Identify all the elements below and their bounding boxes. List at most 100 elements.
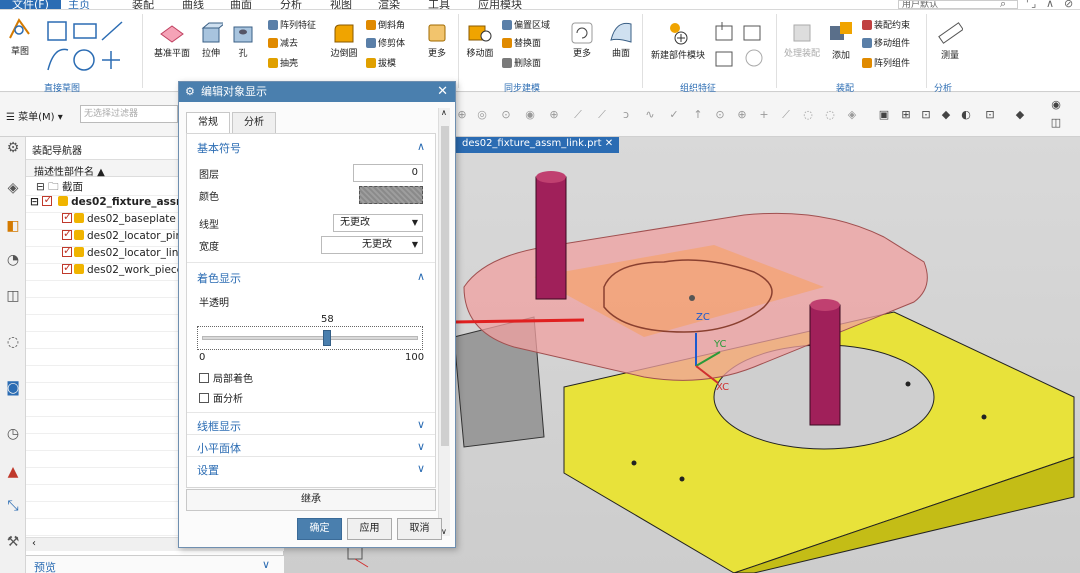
selection-filter-input[interactable]: 无选择过滤器 bbox=[80, 105, 178, 123]
menu-tab-apps[interactable]: 应用模块 bbox=[478, 0, 522, 9]
visibility-checkbox[interactable] bbox=[62, 230, 72, 240]
gear-icon[interactable]: ⚙ bbox=[185, 82, 195, 102]
visibility-checkbox[interactable] bbox=[62, 247, 72, 257]
chevron-down-icon[interactable]: ∨ bbox=[417, 418, 425, 431]
constraint-navigator-icon[interactable]: ◔ bbox=[4, 251, 22, 269]
snap-icon[interactable]: ↄ bbox=[620, 109, 632, 121]
snap-icon[interactable]: ⊕ bbox=[456, 109, 468, 121]
snap-icon[interactable]: ↑ bbox=[692, 109, 704, 121]
layer-input[interactable]: 0 bbox=[353, 164, 423, 182]
view-icon[interactable]: ◐ bbox=[960, 109, 972, 121]
visualization-icon[interactable]: ▲ bbox=[4, 463, 22, 481]
help-icon[interactable]: ⊘ bbox=[1064, 0, 1073, 9]
chevron-up-icon[interactable]: ∧ bbox=[417, 140, 425, 153]
snap-icon[interactable]: + bbox=[758, 109, 770, 121]
visibility-checkbox[interactable] bbox=[62, 213, 72, 223]
move-face-button[interactable]: 移动面 bbox=[464, 22, 496, 59]
pattern-feature-button[interactable]: 阵列特征 bbox=[268, 18, 316, 31]
dialog-scrollbar[interactable]: ∧ ∨ bbox=[438, 108, 450, 536]
snap-icon[interactable]: ◌ bbox=[802, 109, 814, 121]
settings-gear-icon[interactable]: ⚙ bbox=[4, 139, 22, 157]
snap-icon[interactable]: ✓ bbox=[668, 109, 680, 121]
section-basic-symbols[interactable]: 基本符号 bbox=[197, 140, 241, 156]
close-icon[interactable]: ✕ bbox=[605, 138, 613, 149]
pattern-component-button[interactable]: 阵列组件 bbox=[862, 56, 910, 69]
add-component-button[interactable]: 添加 bbox=[826, 20, 856, 61]
chevron-down-icon[interactable]: ∨ bbox=[417, 440, 425, 453]
menu-tab-view[interactable]: 视图 bbox=[330, 0, 352, 9]
cancel-button[interactable]: 取消 bbox=[397, 518, 442, 540]
menu-tab-analysis[interactable]: 分析 bbox=[280, 0, 302, 9]
visibility-checkbox[interactable] bbox=[42, 196, 53, 206]
partial-shading-checkbox[interactable]: 局部着色 bbox=[199, 370, 253, 385]
snap-icon[interactable]: ⊙ bbox=[714, 109, 726, 121]
menu-button[interactable]: ☰ 菜单(M) ▾ bbox=[6, 108, 63, 123]
hole-button[interactable]: 孔 bbox=[230, 22, 256, 59]
dialog-title-bar[interactable]: ⚙ 编辑对象显示 ✕ bbox=[179, 82, 455, 102]
scroll-left-icon[interactable]: ‹ bbox=[32, 538, 36, 549]
new-component-module-button[interactable]: 新建部件模块 bbox=[648, 20, 708, 61]
subtract-button[interactable]: 减去 bbox=[268, 36, 298, 49]
tab-general[interactable]: 常规 bbox=[186, 112, 230, 134]
sketch-button[interactable]: 草图 bbox=[4, 16, 36, 57]
chevron-down-icon[interactable]: ∨ bbox=[417, 462, 425, 475]
clock-icon[interactable]: ◷ bbox=[4, 425, 22, 443]
view-icon[interactable]: ⊡ bbox=[984, 109, 996, 121]
view-icon[interactable]: ⊡ bbox=[920, 109, 932, 121]
view-icon[interactable]: ◉ bbox=[1050, 99, 1062, 111]
snap-icon[interactable]: ◎ bbox=[476, 109, 488, 121]
apply-button[interactable]: 应用 bbox=[347, 518, 392, 540]
visibility-checkbox[interactable] bbox=[62, 264, 72, 274]
snap-icon[interactable]: ⟋ bbox=[596, 109, 608, 121]
part-navigator-icon[interactable]: ◈ bbox=[4, 179, 22, 197]
menu-tab-tools[interactable]: 工具 bbox=[428, 0, 450, 9]
section-wireframe[interactable]: 线框显示 bbox=[197, 418, 241, 434]
sync-more-button[interactable]: 更多 bbox=[568, 22, 596, 59]
face-analysis-checkbox[interactable]: 面分析 bbox=[199, 390, 243, 405]
section-facet-bodies[interactable]: 小平面体 bbox=[197, 440, 241, 456]
assembly-navigator-icon[interactable]: ◧ bbox=[4, 217, 22, 235]
assembly-constraint-button[interactable]: 装配约束 bbox=[862, 18, 910, 31]
close-icon[interactable]: ✕ bbox=[437, 82, 448, 102]
restore-icon[interactable]: ⌜⌟ bbox=[1026, 0, 1036, 9]
delete-face-button[interactable]: 删除面 bbox=[502, 56, 541, 69]
roles-icon[interactable]: ⤡ bbox=[4, 497, 22, 515]
snap-icon[interactable]: ∿ bbox=[644, 109, 656, 121]
snap-icon[interactable]: ⊕ bbox=[548, 109, 560, 121]
width-select[interactable]: 无更改 ▼ bbox=[321, 236, 423, 254]
section-settings[interactable]: 设置 bbox=[197, 462, 219, 478]
snap-icon[interactable]: ⟋ bbox=[572, 109, 584, 121]
snap-icon[interactable]: ⊕ bbox=[736, 109, 748, 121]
menu-tab-curve[interactable]: 曲线 bbox=[182, 0, 204, 9]
snap-icon[interactable]: ⊙ bbox=[500, 109, 512, 121]
system-scene-icon[interactable]: ⚒ bbox=[4, 533, 22, 551]
feature-more-button[interactable]: 更多 bbox=[424, 22, 450, 59]
trim-body-button[interactable]: 修剪体 bbox=[366, 36, 405, 49]
chevron-up-icon[interactable]: ∧ bbox=[417, 270, 425, 283]
checkbox-box[interactable] bbox=[199, 393, 209, 403]
view-icon[interactable]: ▣ bbox=[878, 109, 890, 121]
snap-icon[interactable]: ◈ bbox=[846, 109, 858, 121]
view-icon[interactable]: ◆ bbox=[940, 109, 952, 121]
web-browser-icon[interactable]: ◌ bbox=[4, 333, 22, 351]
menu-tab-render[interactable]: 渲染 bbox=[378, 0, 400, 9]
preview-panel-header[interactable]: 预览 ∨ bbox=[26, 555, 284, 573]
menu-tab-file[interactable]: 文件(F) bbox=[0, 0, 61, 9]
tab-analysis[interactable]: 分析 bbox=[232, 112, 276, 134]
snap-icon[interactable]: ◉ bbox=[524, 109, 536, 121]
ok-button[interactable]: 确定 bbox=[297, 518, 342, 540]
shell-button[interactable]: 抽壳 bbox=[268, 56, 298, 69]
snap-icon[interactable]: ⟋ bbox=[780, 109, 792, 121]
search-icon[interactable]: ⌕ bbox=[1000, 0, 1006, 9]
translucency-slider[interactable] bbox=[197, 326, 423, 350]
section-shading-display[interactable]: 着色显示 bbox=[197, 270, 241, 286]
inherit-button[interactable]: 继承 bbox=[186, 489, 436, 511]
measure-button[interactable]: 测量 bbox=[934, 20, 966, 61]
draft-button[interactable]: 拔模 bbox=[366, 56, 396, 69]
file-tab[interactable]: des02_fixture_assm_link.prt ✕ bbox=[456, 137, 620, 153]
menu-tab-home[interactable]: 主页 bbox=[68, 0, 90, 9]
checkbox-box[interactable] bbox=[199, 373, 209, 383]
history-icon[interactable]: ◙ bbox=[4, 379, 22, 397]
view-icon[interactable]: ⊞ bbox=[900, 109, 912, 121]
process-assembly-button[interactable]: 处理装配 bbox=[782, 22, 822, 59]
